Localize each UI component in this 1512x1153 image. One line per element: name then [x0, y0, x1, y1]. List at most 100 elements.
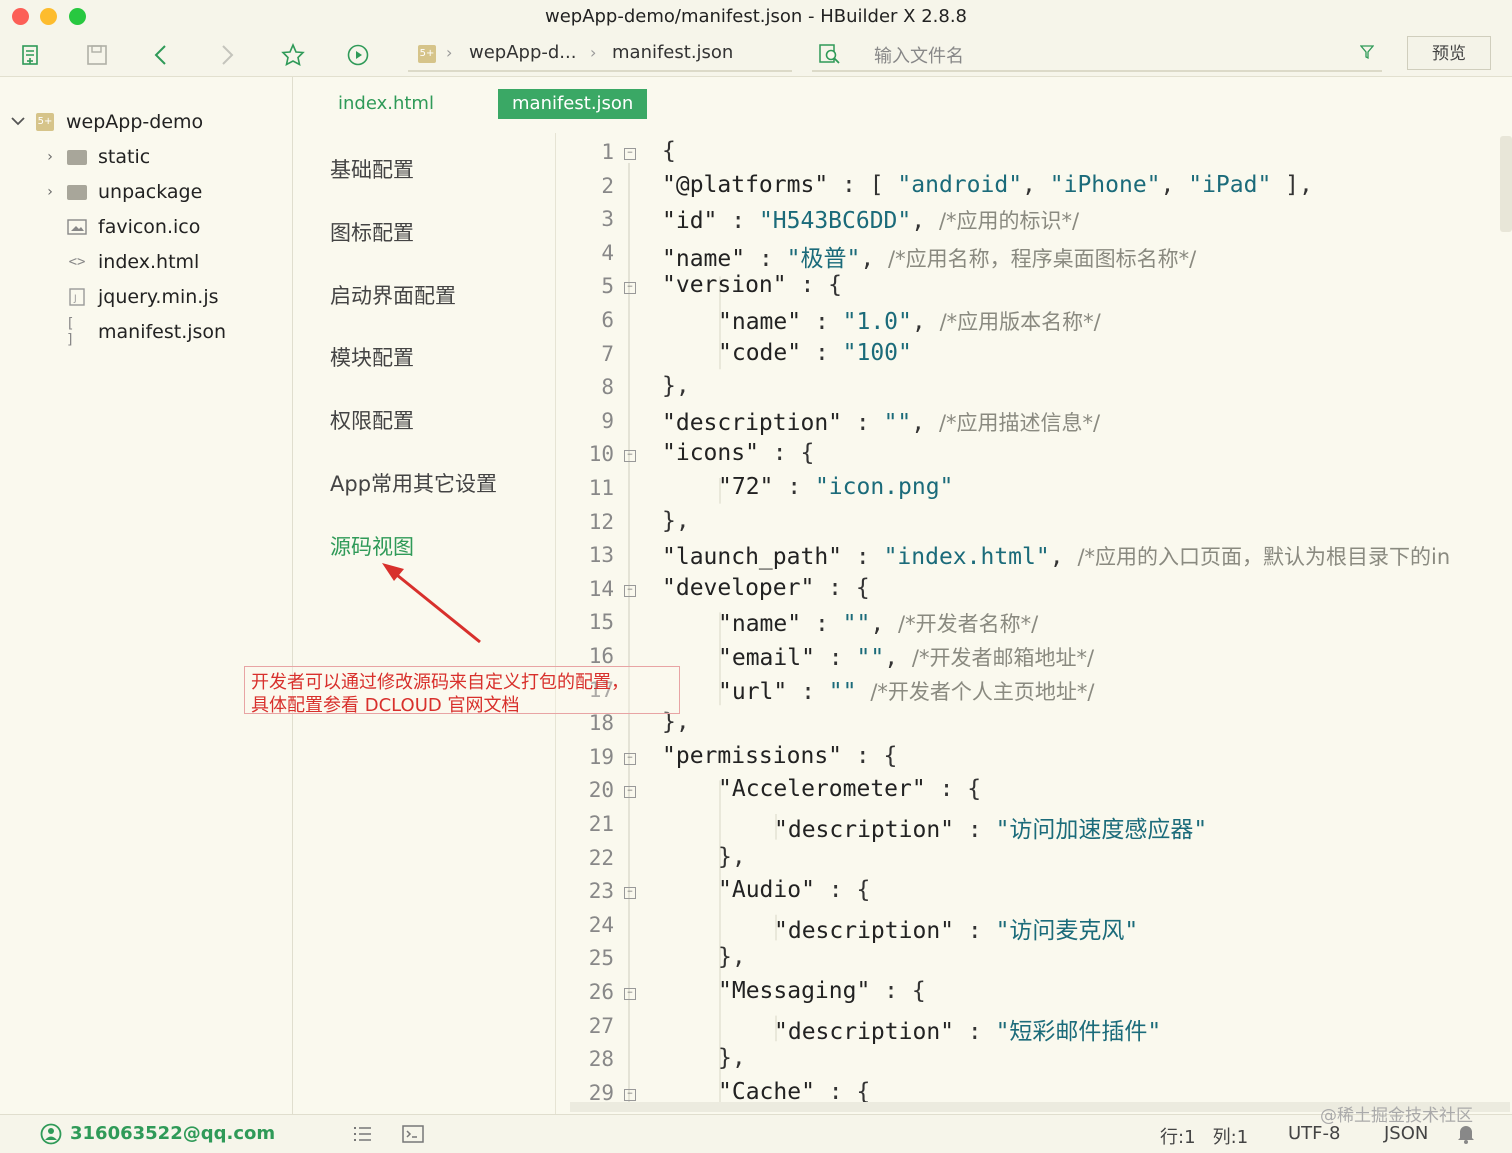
tree-item-manifest[interactable]: [ ] manifest.json: [66, 315, 226, 349]
code-line[interactable]: "Audio" : {: [718, 877, 870, 903]
favorite-star-icon[interactable]: [278, 40, 308, 70]
code-punct: : {: [786, 272, 843, 299]
code-line[interactable]: },: [662, 373, 690, 399]
chevron-right-icon[interactable]: ›: [40, 149, 60, 165]
code-key: "icons": [662, 440, 759, 467]
terminal-icon[interactable]: [402, 1125, 424, 1147]
code-key: "name": [718, 309, 802, 335]
fold-toggle-icon[interactable]: −: [624, 1088, 636, 1101]
code-line[interactable]: "email" : "", /*开发者邮箱地址*/: [718, 642, 1094, 672]
fold-toggle-icon[interactable]: −: [624, 887, 636, 900]
chevron-down-icon[interactable]: [8, 114, 28, 130]
fold-toggle-icon[interactable]: −: [624, 282, 636, 295]
code-editor[interactable]: 1−{2 "@platforms" : [ "android", "iPhone"…: [556, 133, 1512, 1103]
code-line[interactable]: },: [662, 508, 690, 534]
back-icon[interactable]: [146, 40, 176, 70]
menu-module-config[interactable]: 模块配置: [330, 342, 414, 372]
forward-icon[interactable]: [212, 40, 242, 70]
code-line[interactable]: "icons" : {: [662, 440, 814, 466]
code-punct: ,: [1160, 171, 1189, 198]
language-mode[interactable]: JSON: [1384, 1123, 1428, 1144]
encoding[interactable]: UTF-8: [1288, 1123, 1340, 1144]
account-icon[interactable]: [40, 1123, 62, 1149]
vertical-scrollbar[interactable]: [1500, 136, 1512, 232]
code-line[interactable]: "description" : "", /*应用描述信息*/: [662, 407, 1100, 437]
code-line[interactable]: "description" : "访问加速度感应器": [774, 810, 1207, 844]
line-number: 2: [601, 173, 614, 198]
cursor-position[interactable]: 行:1 列:1: [1160, 1123, 1248, 1149]
tree-project-root[interactable]: 5+ wepApp-demo: [8, 105, 203, 139]
code-line[interactable]: "code" : "100": [718, 340, 912, 366]
fold-toggle-icon[interactable]: −: [624, 584, 636, 597]
code-line[interactable]: "name" : "1.0", /*应用版本名称*/: [718, 306, 1101, 336]
preview-button[interactable]: 预览: [1407, 36, 1491, 70]
notification-bell-icon[interactable]: [1456, 1123, 1476, 1149]
code-line[interactable]: "launch_path" : "index.html", /*应用的入口页面，…: [662, 541, 1450, 571]
code-punct: :: [801, 339, 843, 366]
account-email[interactable]: 316063522@qq.com: [70, 1123, 275, 1144]
code-line[interactable]: "description" : "访问麦克风": [774, 911, 1138, 945]
menu-basic-config[interactable]: 基础配置: [330, 154, 414, 184]
tree-item-label: unpackage: [98, 181, 203, 203]
run-icon[interactable]: [343, 40, 373, 70]
tab-manifest-json[interactable]: manifest.json: [498, 89, 648, 119]
tree-item-static[interactable]: › static: [40, 140, 150, 174]
code-string: "android": [897, 171, 1023, 198]
line-number: 20: [588, 778, 614, 803]
code-line[interactable]: },: [718, 1045, 746, 1071]
new-file-icon[interactable]: [16, 40, 46, 70]
chevron-right-icon[interactable]: ›: [40, 184, 60, 200]
code-line[interactable]: "id" : "H543BC6DD", /*应用的标识*/: [662, 205, 1079, 235]
code-comment: /*开发者邮箱地址*/: [911, 646, 1095, 670]
code-key: "launch_path": [662, 544, 843, 571]
fold-toggle-icon[interactable]: −: [624, 148, 636, 160]
file-search-box[interactable]: 输入文件名: [812, 38, 1382, 72]
menu-icon-config[interactable]: 图标配置: [330, 217, 414, 247]
code-punct: ,: [911, 309, 940, 335]
menu-permission-config[interactable]: 权限配置: [330, 405, 414, 435]
fold-toggle-icon[interactable]: −: [624, 988, 636, 1000]
fold-toggle-icon[interactable]: −: [624, 450, 636, 463]
fold-toggle-icon[interactable]: −: [624, 752, 636, 765]
list-icon[interactable]: [352, 1125, 372, 1147]
code-line[interactable]: "url" : "" /*开发者个人主页地址*/: [718, 676, 1095, 706]
breadcrumb-file[interactable]: manifest.json: [612, 42, 733, 63]
code-line[interactable]: "Messaging" : {: [718, 978, 926, 1004]
menu-other-settings[interactable]: App常用其它设置: [330, 468, 497, 498]
search-input[interactable]: 输入文件名: [874, 42, 964, 68]
fold-toggle-icon[interactable]: −: [624, 786, 636, 799]
code-punct: : {: [814, 877, 871, 904]
line-number: 19: [588, 744, 614, 769]
window-title: wepApp-demo/manifest.json - HBuilder X 2…: [544, 6, 968, 27]
filter-icon[interactable]: [1359, 44, 1375, 64]
menu-splash-config[interactable]: 启动界面配置: [330, 280, 456, 310]
tree-item-favicon[interactable]: favicon.ico: [66, 210, 200, 244]
tree-item-jquery[interactable]: J jquery.min.js: [66, 280, 219, 314]
line-number: 3: [601, 207, 614, 232]
tab-index-html[interactable]: index.html: [324, 89, 448, 119]
save-icon[interactable]: [82, 40, 112, 70]
code-punct: ,: [884, 645, 912, 671]
code-line[interactable]: "Cache" : {: [718, 1079, 870, 1103]
code-line[interactable]: },: [718, 944, 746, 970]
code-line[interactable]: "name" : "", /*开发者名称*/: [718, 608, 1038, 638]
code-line[interactable]: "developer" : {: [662, 575, 870, 601]
code-line[interactable]: },: [718, 844, 746, 870]
code-line[interactable]: "description" : "短彩邮件插件": [774, 1012, 1161, 1046]
code-line[interactable]: "@platforms" : [ "android", "iPhone", "i…: [662, 172, 1313, 198]
code-line[interactable]: {: [662, 138, 676, 164]
project-explorer: 5+ wepApp-demo › static › unpackage favi…: [0, 77, 293, 1114]
code-line[interactable]: "name" : "极普", /*应用名称，程序桌面图标名称*/: [662, 239, 1196, 273]
code-line[interactable]: "permissions" : {: [662, 743, 897, 769]
breadcrumb-project[interactable]: wepApp-d...: [469, 42, 576, 63]
code-line[interactable]: "72" : "icon.png": [718, 474, 953, 500]
code-key: "version": [662, 272, 787, 299]
tree-item-index-html[interactable]: <> index.html: [66, 245, 200, 279]
code-line[interactable]: "Accelerometer" : {: [718, 776, 981, 802]
code-punct: :: [954, 917, 996, 944]
code-key: "Cache": [718, 1078, 815, 1103]
tree-item-unpackage[interactable]: › unpackage: [40, 175, 202, 209]
code-punct: :: [787, 678, 829, 705]
annotation-arrow: [382, 563, 481, 644]
code-line[interactable]: "version" : {: [662, 272, 842, 298]
